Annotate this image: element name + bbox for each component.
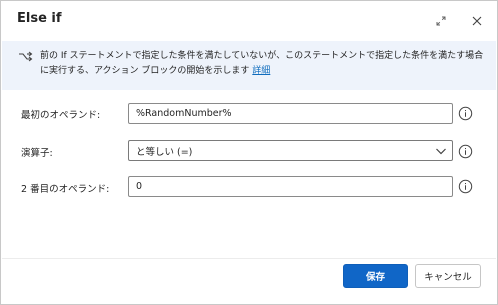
expand-arrows-icon <box>436 16 446 26</box>
second-operand-input[interactable]: 0 <box>128 176 453 197</box>
info-circle-icon[interactable] <box>458 179 473 194</box>
details-link[interactable]: 詳細 <box>252 66 270 76</box>
first-operand-label: 最初のオペランド: <box>21 110 101 121</box>
branch-arrow-icon <box>19 51 33 62</box>
operator-value: と等しい (=) <box>136 146 193 158</box>
cancel-button[interactable]: キャンセル <box>415 264 481 288</box>
first-operand-value: %RandomNumber% <box>136 108 232 119</box>
info-description: 前の If ステートメントで指定した条件を満たしていないが、このステートメントで… <box>40 49 488 79</box>
dialog-titlebar: Else if <box>1 1 497 41</box>
info-bar: 前の If ステートメントで指定した条件を満たしていないが、このステートメントで… <box>2 41 496 90</box>
second-operand-label: 2 番目のオペランド: <box>21 184 110 195</box>
first-operand-input[interactable]: %RandomNumber% <box>128 103 453 124</box>
dialog-title: Else if <box>17 11 62 26</box>
chevron-down-icon <box>436 148 446 155</box>
footer-divider <box>2 258 496 259</box>
operator-label: 演算子: <box>21 148 53 159</box>
second-operand-value: 0 <box>136 181 143 192</box>
close-icon <box>472 16 482 26</box>
close-button[interactable] <box>467 11 487 31</box>
info-circle-icon[interactable] <box>458 144 473 159</box>
else-if-dialog: Else if 前の If ステートメントで指定した条件を満たしていないが、この… <box>0 0 498 305</box>
expand-button[interactable] <box>431 11 451 31</box>
info-circle-icon[interactable] <box>458 106 473 121</box>
save-button[interactable]: 保存 <box>343 264 408 288</box>
operator-dropdown[interactable]: と等しい (=) <box>128 140 453 161</box>
